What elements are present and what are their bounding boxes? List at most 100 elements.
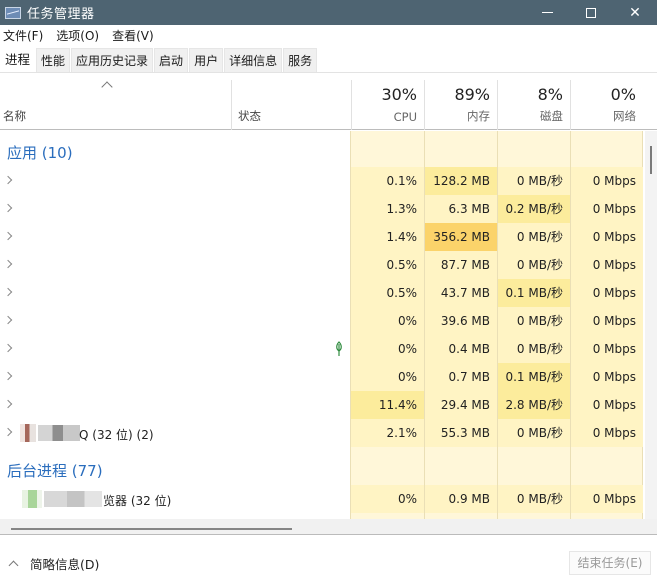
memory-value: 356.2 MB (424, 223, 497, 251)
network-value: 0 Mbps (570, 419, 643, 447)
network-label: 网络 (613, 109, 636, 123)
tab-performance[interactable]: 性能 (36, 48, 71, 72)
expand-chevron-icon[interactable] (3, 203, 13, 213)
cpu-value: 2.1% (350, 419, 424, 447)
tab-app-history[interactable]: 应用历史记录 (71, 48, 154, 72)
process-row[interactable]: 览器 (32 位) 0% 0.9 MB 0 MB/秒 0 Mbps (0, 485, 645, 513)
memory-value: 0.9 MB (424, 485, 497, 513)
network-value: 0 Mbps (570, 307, 643, 335)
cpu-value: 0% (350, 485, 424, 513)
network-value: 0 Mbps (570, 251, 643, 279)
column-disk[interactable]: 8% 磁盘 (497, 80, 570, 130)
tab-services[interactable]: 服务 (283, 48, 318, 72)
expand-chevron-icon[interactable] (3, 427, 13, 437)
menu-view[interactable]: 查看(V) (109, 27, 158, 44)
group-background: 后台进程 (77) (0, 449, 645, 489)
disk-value: 0 MB/秒 (497, 485, 570, 513)
column-name-label: 名称 (3, 109, 26, 123)
footer: 简略信息(D) 结束任务(E) (0, 540, 657, 582)
end-task-button[interactable]: 结束任务(E) (569, 551, 651, 575)
network-value: 0 Mbps (570, 335, 643, 363)
menu-options[interactable]: 选项(O) (53, 27, 103, 44)
network-value: 0 Mbps (570, 167, 643, 195)
memory-value: 43.7 MB (424, 279, 497, 307)
memory-value: 0.7 MB (424, 363, 497, 391)
tab-bar: 进程 性能 应用历史记录 启动 用户 详细信息 服务 (0, 45, 657, 73)
network-value: 0 Mbps (570, 195, 643, 223)
memory-value: 55.3 MB (424, 419, 497, 447)
cpu-value: 0.5% (350, 279, 424, 307)
maximize-button[interactable] (569, 0, 613, 25)
redacted-name (44, 491, 102, 507)
memory-value: 29.4 MB (424, 391, 497, 419)
process-row[interactable]: Q (32 位) (2) 2.1% 55.3 MB 0 MB/秒 0 Mbps (0, 419, 645, 447)
disk-value: 0 MB/秒 (497, 419, 570, 447)
tab-users[interactable]: 用户 (189, 48, 224, 72)
network-value: 0 Mbps (570, 279, 643, 307)
disk-value: 0 MB/秒 (497, 307, 570, 335)
cpu-value: 0.5% (350, 251, 424, 279)
expand-chevron-icon[interactable] (3, 231, 13, 241)
process-name: 览器 (32 位) (103, 494, 172, 508)
process-row[interactable]: 0% 0.4 MB 0 MB/秒 0 Mbps (0, 335, 645, 363)
window-title: 任务管理器 (27, 7, 95, 22)
column-status[interactable]: 状态 (231, 80, 351, 130)
memory-label: 内存 (467, 109, 490, 123)
group-apps-label: 应用 (10) (7, 144, 73, 162)
expand-chevron-icon[interactable] (3, 343, 13, 353)
process-row[interactable]: 0.5% 43.7 MB 0.1 MB/秒 0 Mbps (0, 279, 645, 307)
process-row[interactable]: 0.1% 128.2 MB 0 MB/秒 0 Mbps (0, 167, 645, 195)
vertical-scrollbar[interactable] (645, 131, 657, 519)
disk-label: 磁盘 (540, 109, 563, 123)
close-button[interactable]: ✕ (613, 0, 657, 25)
memory-value: 6.3 MB (424, 195, 497, 223)
column-memory[interactable]: 89% 内存 (424, 80, 497, 130)
group-apps: 应用 (10) (0, 131, 645, 171)
disk-total-pct: 8% (537, 85, 563, 104)
memory-value: 128.2 MB (424, 167, 497, 195)
cpu-total-pct: 30% (381, 85, 417, 104)
process-row[interactable]: 11.4% 29.4 MB 2.8 MB/秒 0 Mbps (0, 391, 645, 419)
expand-chevron-icon[interactable] (3, 399, 13, 409)
process-row[interactable]: 0% 0.7 MB 0.1 MB/秒 0 Mbps (0, 363, 645, 391)
column-cpu[interactable]: 30% CPU (351, 80, 424, 130)
chevron-up-icon[interactable] (8, 560, 19, 571)
column-network[interactable]: 0% 网络 (570, 80, 643, 130)
vertical-scrollbar-thumb[interactable] (650, 146, 652, 174)
process-list: 应用 (10) 0.1% 128.2 MB 0 MB/秒 0 Mbps 1.3% 6.3 … (0, 131, 645, 519)
memory-total-pct: 89% (454, 85, 490, 104)
maximize-icon (586, 7, 596, 18)
network-value: 0 Mbps (570, 363, 643, 391)
horizontal-scrollbar-thumb[interactable] (11, 528, 292, 530)
cpu-value: 0% (350, 307, 424, 335)
cpu-value: 0% (350, 363, 424, 391)
expand-chevron-icon[interactable] (3, 315, 13, 325)
expand-chevron-icon[interactable] (3, 371, 13, 381)
horizontal-scrollbar[interactable] (0, 519, 657, 535)
disk-value: 0.1 MB/秒 (497, 363, 570, 391)
disk-value: 0.1 MB/秒 (497, 279, 570, 307)
minimize-button[interactable] (525, 0, 569, 25)
cpu-value: 11.4% (350, 391, 424, 419)
process-row[interactable]: 1.4% 356.2 MB 0 MB/秒 0 Mbps (0, 223, 645, 251)
process-row[interactable]: 1.3% 6.3 MB 0.2 MB/秒 0 Mbps (0, 195, 645, 223)
disk-value: 2.8 MB/秒 (497, 391, 570, 419)
column-header: 名称 状态 30% CPU 89% 内存 8% 磁盘 0% 网络 (0, 80, 657, 130)
memory-value: 0.4 MB (424, 335, 497, 363)
network-value: 0 Mbps (570, 223, 643, 251)
app-icon (22, 490, 42, 508)
app-icon (20, 424, 36, 442)
menu-file[interactable]: 文件(F) (0, 27, 47, 44)
cpu-label: CPU (393, 110, 417, 124)
redacted-name (38, 425, 80, 441)
expand-chevron-icon[interactable] (3, 287, 13, 297)
tab-details[interactable]: 详细信息 (224, 48, 283, 72)
fewer-details-button[interactable]: 简略信息(D) (30, 554, 99, 573)
expand-chevron-icon[interactable] (3, 259, 13, 269)
column-name[interactable]: 名称 (0, 80, 231, 130)
process-row[interactable]: 0.5% 87.7 MB 0 MB/秒 0 Mbps (0, 251, 645, 279)
process-row[interactable]: 0% 39.6 MB 0 MB/秒 0 Mbps (0, 307, 645, 335)
tab-startup[interactable]: 启动 (154, 48, 189, 72)
expand-chevron-icon[interactable] (3, 175, 13, 185)
tab-processes[interactable]: 进程 (0, 45, 36, 72)
